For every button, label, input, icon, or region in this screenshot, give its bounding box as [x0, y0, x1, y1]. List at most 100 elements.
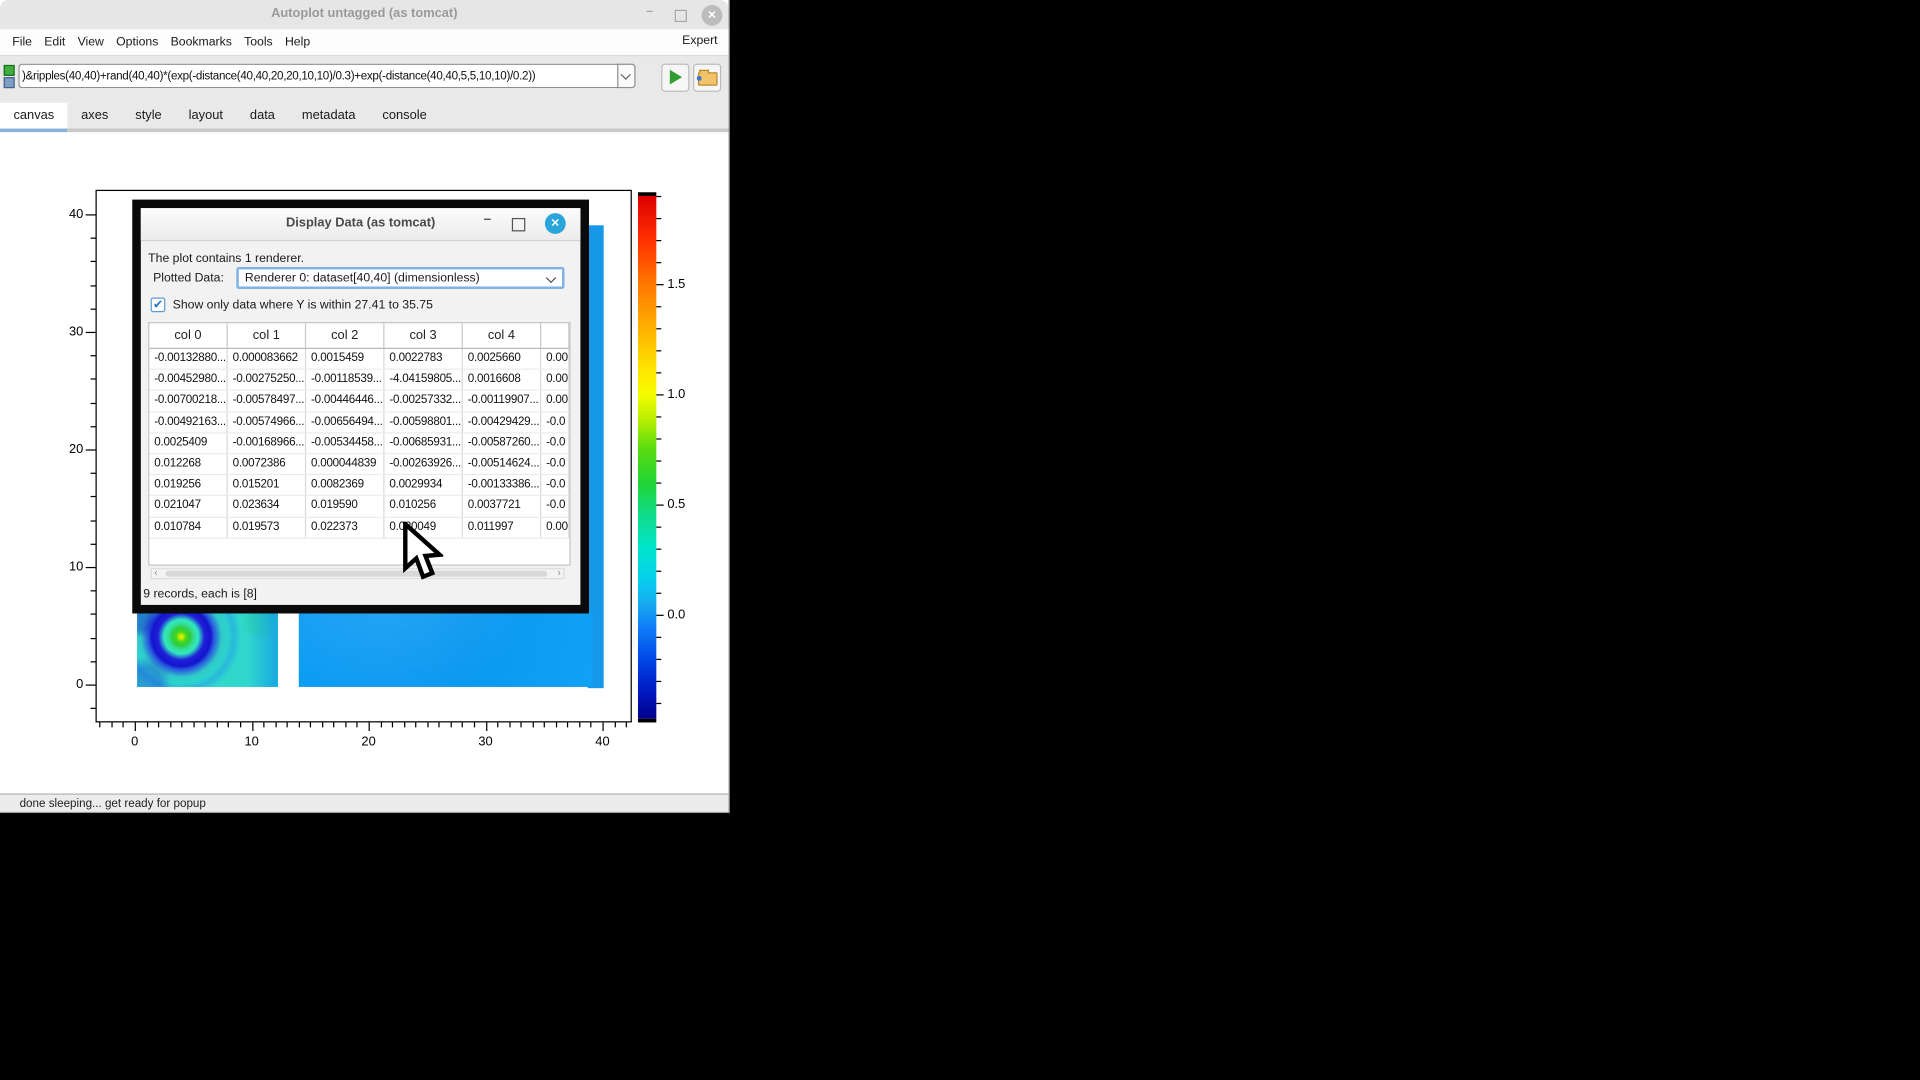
table-cell[interactable]: -0.0 [541, 475, 569, 495]
table-cell[interactable]: -4.04159805... [384, 370, 462, 390]
table-cell[interactable]: -0.00275250... [228, 370, 306, 390]
table-cell[interactable]: -0.00452980... [149, 370, 227, 390]
table-cell[interactable]: 0.011997 [463, 517, 541, 537]
table-cell[interactable]: -0.00598801... [384, 412, 462, 432]
plotted-data-select[interactable]: Renderer 0: dataset[40,40] (dimensionles… [236, 267, 564, 289]
table-cell[interactable]: 0.000083662 [228, 349, 306, 369]
table-cell[interactable]: -0.00587260... [463, 433, 541, 453]
table-cell[interactable]: 0.0072386 [228, 454, 306, 474]
table-cell[interactable]: 0.021047 [149, 496, 227, 516]
tab-axes[interactable]: axes [68, 103, 122, 132]
table-cell[interactable]: -0.00132880... [149, 349, 227, 369]
scrollbar-thumb[interactable] [165, 571, 547, 577]
table-cell[interactable]: 0.000044839 [306, 454, 384, 474]
tab-layout[interactable]: layout [175, 103, 236, 132]
plotted-data-label: Plotted Data: [153, 272, 224, 285]
table-cell[interactable]: -0.00700218... [149, 391, 227, 411]
menu-item-file[interactable]: File [12, 36, 32, 49]
table-cell[interactable]: 0.010784 [149, 517, 227, 537]
table-cell[interactable]: 0.0022783 [384, 349, 462, 369]
x-minor-tick [298, 722, 299, 727]
table-h-scrollbar[interactable]: ‹ › [151, 568, 565, 579]
menu-item-help[interactable]: Help [285, 36, 310, 49]
table-cell[interactable]: -0.00685931... [384, 433, 462, 453]
window-close-icon[interactable]: ✕ [702, 5, 723, 26]
dialog-close-icon[interactable]: ✕ [545, 213, 566, 234]
window-minimize-icon[interactable]: – [639, 1, 660, 22]
table-cell[interactable]: -0.00446446... [306, 391, 384, 411]
heatmap-azure-patch[interactable] [299, 612, 593, 687]
table-cell[interactable]: -0.00578497... [228, 391, 306, 411]
table-header-cell[interactable]: col 3 [384, 323, 462, 347]
filter-checkbox[interactable]: ✔ [151, 298, 166, 313]
table-cell[interactable]: 0.00 [541, 517, 569, 537]
table-cell[interactable]: 0.0025409 [149, 433, 227, 453]
uri-dropdown-button[interactable] [617, 64, 635, 88]
colorbar[interactable] [638, 192, 656, 722]
table-cell[interactable]: 0.0037721 [463, 496, 541, 516]
table-cell[interactable]: -0.00492163... [149, 412, 227, 432]
table-cell[interactable]: 0.019256 [149, 475, 227, 495]
dialog-minimize-icon[interactable]: – [479, 212, 496, 227]
table-cell[interactable]: -0.00429429... [463, 412, 541, 432]
table-cell[interactable]: 0.015201 [228, 475, 306, 495]
tab-metadata[interactable]: metadata [288, 103, 369, 132]
dialog-maximize-icon[interactable] [512, 218, 525, 231]
table-cell[interactable]: -0.00534458... [306, 433, 384, 453]
table-cell[interactable]: 0.019573 [228, 517, 306, 537]
window-title-bar[interactable]: Autoplot untagged (as tomcat) – ✕ [0, 0, 729, 29]
table-cell[interactable]: 0.022373 [306, 517, 384, 537]
table-cell[interactable]: 0.0029934 [384, 475, 462, 495]
tab-data[interactable]: data [236, 103, 288, 132]
menu-item-bookmarks[interactable]: Bookmarks [171, 36, 232, 49]
y-tick-label: 30 [51, 324, 83, 339]
menu-item-edit[interactable]: Edit [44, 36, 65, 49]
scroll-left-icon[interactable]: ‹ [154, 567, 157, 578]
go-button[interactable] [661, 64, 689, 92]
table-header-cell[interactable]: col 4 [463, 323, 541, 347]
table-cell[interactable]: -0.0 [541, 433, 569, 453]
table-cell[interactable]: -0.0 [541, 496, 569, 516]
uri-input[interactable] [18, 64, 619, 88]
table-cell[interactable]: 0.0025660 [463, 349, 541, 369]
y-tick-label: 20 [51, 442, 83, 457]
table-cell[interactable]: 0.00 [541, 349, 569, 369]
table-cell[interactable]: -0.00514624... [463, 454, 541, 474]
table-cell[interactable]: -0.00118539... [306, 370, 384, 390]
table-cell[interactable]: 0.0082369 [306, 475, 384, 495]
table-cell[interactable]: 0.0016608 [463, 370, 541, 390]
table-cell[interactable]: -0.00656494... [306, 412, 384, 432]
menu-item-options[interactable]: Options [116, 36, 158, 49]
table-cell[interactable]: -0.00133386... [463, 475, 541, 495]
expert-mode-label[interactable]: Expert [682, 34, 717, 47]
table-header-cell[interactable]: col 2 [306, 323, 384, 347]
table-cell[interactable]: 0.023634 [228, 496, 306, 516]
window-maximize-icon[interactable] [670, 5, 691, 26]
table-cell[interactable]: -0.0 [541, 412, 569, 432]
tab-console[interactable]: console [369, 103, 440, 132]
table-cell[interactable]: 0.00 [541, 391, 569, 411]
table-cell[interactable]: -0.00257332... [384, 391, 462, 411]
menu-item-tools[interactable]: Tools [244, 36, 273, 49]
table-cell[interactable]: -0.00168966... [228, 433, 306, 453]
tab-style[interactable]: style [122, 103, 175, 132]
data-source-icon[interactable] [4, 65, 16, 88]
table-header-cell[interactable] [541, 323, 569, 347]
dialog-title-bar[interactable]: Display Data (as tomcat) – ✕ [141, 208, 581, 241]
table-header-cell[interactable]: col 1 [228, 323, 306, 347]
table-cell[interactable]: -0.0 [541, 454, 569, 474]
table-cell[interactable]: -0.00263926... [384, 454, 462, 474]
table-cell[interactable]: 0.012268 [149, 454, 227, 474]
table-cell[interactable]: 0.0015459 [306, 349, 384, 369]
table-cell[interactable]: 0.010256 [384, 496, 462, 516]
scroll-right-icon[interactable]: › [558, 567, 561, 578]
table-cell[interactable]: 0.019590 [306, 496, 384, 516]
open-file-button[interactable] [693, 64, 721, 92]
heatmap-ripple-patch[interactable] [137, 612, 278, 687]
table-cell[interactable]: 0.00 [541, 370, 569, 390]
table-cell[interactable]: -0.00574966... [228, 412, 306, 432]
table-cell[interactable]: -0.00119907... [463, 391, 541, 411]
tab-canvas[interactable]: canvas [0, 103, 68, 132]
table-header-cell[interactable]: col 0 [149, 323, 227, 347]
menu-item-view[interactable]: View [78, 36, 104, 49]
